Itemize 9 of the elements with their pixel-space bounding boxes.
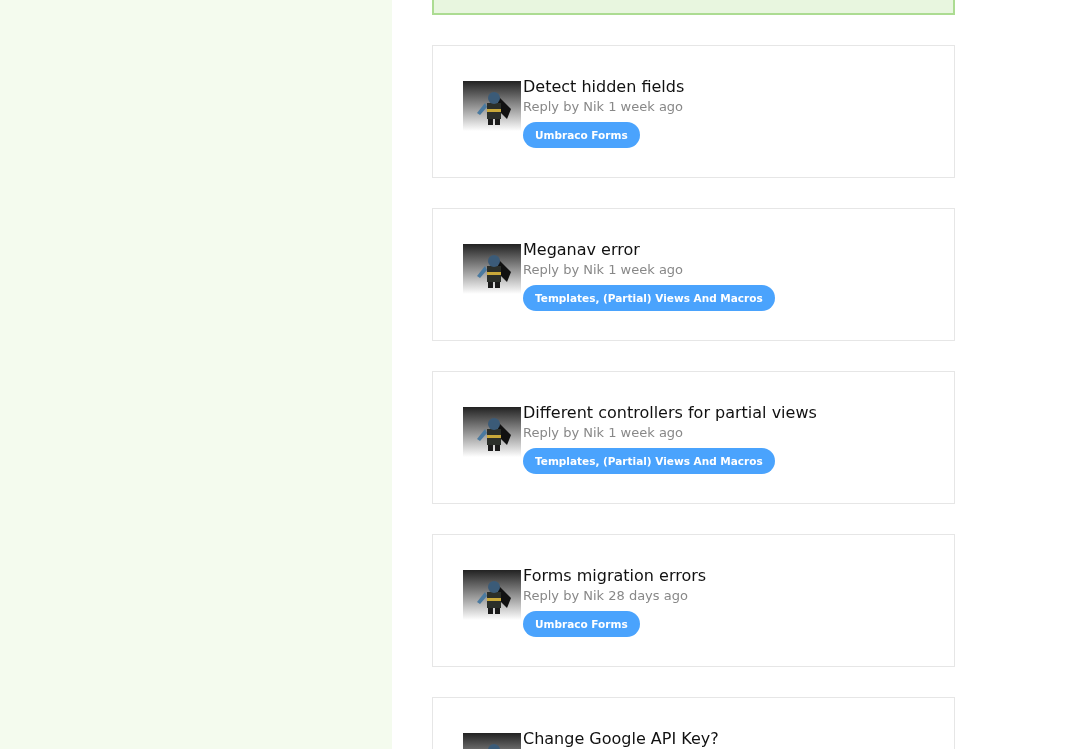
post-meta: Reply by Nik 28 days ago	[523, 587, 688, 605]
post-meta: Reply by Nik 1 week ago	[523, 98, 684, 116]
post-title[interactable]: Different controllers for partial views	[523, 402, 817, 424]
post-title[interactable]: Meganav error	[523, 239, 640, 261]
post-title[interactable]: Change Google API Key?	[523, 728, 719, 749]
post-title[interactable]: Detect hidden fields	[523, 76, 685, 98]
post-meta: Reply by Nik 1 week ago	[523, 261, 684, 279]
post-title[interactable]: Forms migration errors	[523, 565, 707, 587]
post-meta: Reply by Nik 1 week ago	[523, 424, 684, 442]
